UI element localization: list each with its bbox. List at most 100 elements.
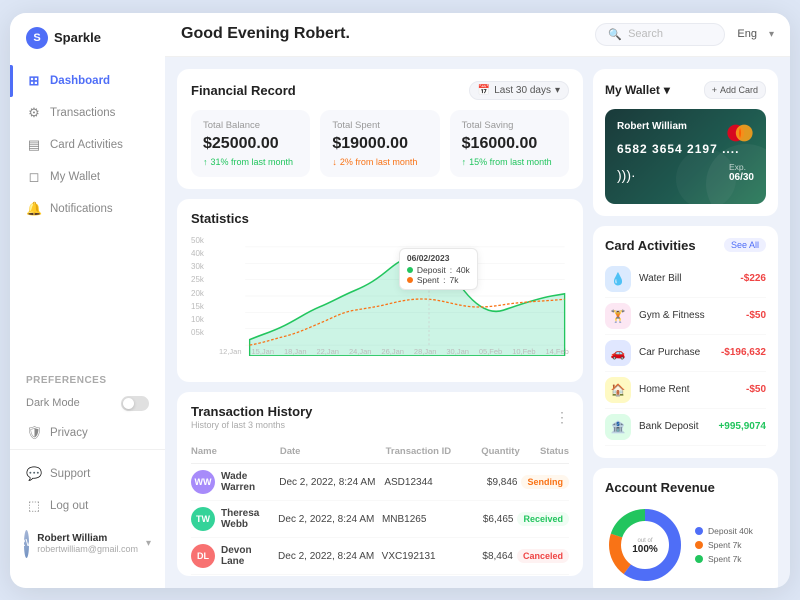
- statistics-header: Statistics: [191, 211, 569, 226]
- table-row: WW Wade Warren Dec 2, 2022, 8:24 AM ASD1…: [191, 464, 569, 501]
- sidebar-label-privacy: Privacy: [50, 427, 88, 439]
- chart-svg: [191, 236, 569, 356]
- sidebar-item-support[interactable]: 💬 Support: [10, 458, 165, 490]
- sidebar-label-transactions: Transactions: [50, 107, 115, 119]
- stat-card-saving: Total Saving $16000.00 ↑ 15% from last m…: [450, 110, 569, 177]
- see-all-button[interactable]: See All: [724, 238, 766, 252]
- sidebar-item-notifications[interactable]: 🔔 Notifications: [10, 193, 165, 225]
- status-0: Sending: [521, 477, 569, 488]
- dark-mode-row: Dark Mode: [10, 390, 165, 417]
- spent-change: ↓ 2% from last month: [332, 157, 427, 167]
- sidebar-label-dashboard: Dashboard: [50, 75, 110, 87]
- revenue-legend: Deposit 40k Spent 7k Spent 7k: [695, 526, 753, 564]
- user-info: Robert William robertwilliam@gmail.com: [37, 533, 138, 554]
- wallet-label: My Wallet: [605, 83, 660, 97]
- stat-cards: Total Balance $25000.00 ↑ 31% from last …: [191, 110, 569, 177]
- logo-text: Sparkle: [54, 30, 101, 45]
- spent-value: $19000.00: [332, 135, 427, 153]
- legend-label-spent2: Spent 7k: [708, 554, 742, 564]
- sidebar-item-transactions[interactable]: ⚙ Transactions: [10, 97, 165, 129]
- search-icon: 🔍: [608, 28, 622, 41]
- col-header-qty: Quantity: [475, 446, 520, 457]
- sidebar-label-notifications: Notifications: [50, 203, 113, 215]
- transaction-title: Transaction History: [191, 404, 312, 419]
- main-content: Good Evening Robert. 🔍 Search Eng ▾ Fina…: [165, 13, 790, 588]
- sidebar-label-card-activities: Card Activities: [50, 139, 123, 151]
- legend-dot-spent1: [695, 541, 703, 549]
- card-brand-logo: [726, 119, 754, 147]
- transactions-icon: ⚙: [26, 105, 42, 121]
- preferences-label: Preferences: [10, 365, 165, 390]
- spent-label: Total Spent: [332, 120, 427, 131]
- ca-amount-gym: -$50: [746, 310, 766, 321]
- car-icon: 🚗: [605, 340, 631, 366]
- status-1: Received: [517, 514, 569, 525]
- water-bill-icon: 💧: [605, 266, 631, 292]
- person-name-0: Wade Warren: [221, 471, 275, 493]
- user-name: Robert William: [37, 533, 138, 544]
- ca-name-gym: Gym & Fitness: [639, 310, 738, 321]
- wallet-title: My Wallet ▾: [605, 83, 670, 97]
- date-range-badge[interactable]: 📅 Last 30 days ▾: [469, 81, 569, 100]
- credit-card: Robert William 6582 3654 2197 .... )))· …: [605, 109, 766, 204]
- col-header-tid: Transaction ID: [386, 446, 471, 457]
- date-2: Dec 2, 2022, 8:24 AM: [278, 551, 378, 562]
- ca-amount-car: -$196,632: [721, 347, 766, 358]
- notifications-icon: 🔔: [26, 201, 42, 217]
- dark-mode-toggle[interactable]: [121, 396, 149, 411]
- tid-2: VXC192131: [382, 551, 465, 562]
- sidebar-item-privacy[interactable]: 🛡 Privacy: [10, 417, 165, 449]
- stat-card-balance: Total Balance $25000.00 ↑ 31% from last …: [191, 110, 310, 177]
- sidebar-item-card-activities[interactable]: ▤ Card Activities: [10, 129, 165, 161]
- gym-icon: 🏋: [605, 303, 631, 329]
- search-input[interactable]: Search: [628, 28, 663, 40]
- ca-item-gym: 🏋 Gym & Fitness -$50: [605, 298, 766, 335]
- person-cell-2: DL Devon Lane: [191, 544, 274, 568]
- ca-item-water-bill: 💧 Water Bill -$226: [605, 261, 766, 298]
- status-badge-0: Sending: [521, 475, 569, 489]
- card-activities-header: Card Activities See All: [605, 238, 766, 253]
- page-title: Good Evening Robert.: [181, 25, 583, 43]
- legend-dot-deposit: [695, 527, 703, 535]
- qty-2: $8,464: [469, 551, 513, 562]
- tid-0: ASD12344: [384, 477, 468, 488]
- balance-value: $25000.00: [203, 135, 298, 153]
- ca-name-car: Car Purchase: [639, 347, 713, 358]
- more-options-icon[interactable]: ⋮: [555, 409, 569, 426]
- plus-icon: +: [712, 85, 717, 95]
- ca-name-home-rent: Home Rent: [639, 384, 738, 395]
- person-cell-0: WW Wade Warren: [191, 470, 275, 494]
- legend-dot-spent2: [695, 555, 703, 563]
- body-area: Financial Record 📅 Last 30 days ▾ Total …: [165, 57, 790, 588]
- person-name-2: Devon Lane: [221, 545, 274, 567]
- account-revenue-section: Account Revenue: [593, 468, 778, 588]
- logo: S Sparkle: [10, 27, 165, 65]
- col-header-name: Name: [191, 446, 276, 457]
- user-profile-row[interactable]: RW Robert William robertwilliam@gmail.co…: [10, 522, 165, 566]
- sidebar-item-my-wallet[interactable]: ◻ My Wallet: [10, 161, 165, 193]
- chevron-down-icon: ▾: [664, 83, 670, 97]
- language-selector[interactable]: Eng: [737, 28, 757, 40]
- table-header: Name Date Transaction ID Quantity Status: [191, 440, 569, 464]
- ca-amount-bank-deposit: +995,9074: [718, 421, 766, 432]
- saving-change: ↑ 15% from last month: [462, 157, 557, 167]
- sidebar-item-logout[interactable]: ⬚ Log out: [10, 490, 165, 522]
- svg-text:100%: 100%: [632, 544, 658, 555]
- logout-icon: ⬚: [26, 498, 42, 514]
- dark-mode-label: Dark Mode: [26, 397, 80, 409]
- person-avatar-2: DL: [191, 544, 215, 568]
- sidebar-bottom: 💬 Support ⬚ Log out RW Robert William ro…: [10, 449, 165, 574]
- qty-0: $9,846: [473, 477, 518, 488]
- add-card-button[interactable]: + Add Card: [704, 81, 766, 99]
- financial-record-header: Financial Record 📅 Last 30 days ▾: [191, 81, 569, 100]
- financial-record-section: Financial Record 📅 Last 30 days ▾ Total …: [177, 69, 583, 189]
- ca-name-bank-deposit: Bank Deposit: [639, 421, 710, 432]
- wallet-section: My Wallet ▾ + Add Card: [593, 69, 778, 216]
- date-1: Dec 2, 2022, 8:24 AM: [278, 514, 378, 525]
- sidebar-label-wallet: My Wallet: [50, 171, 100, 183]
- privacy-icon: 🛡: [26, 425, 42, 441]
- search-box[interactable]: 🔍 Search: [595, 23, 725, 46]
- donut-wrapper: out of 100% Deposit 40k Spent: [605, 505, 766, 585]
- card-activities-section: Card Activities See All 💧 Water Bill -$2…: [593, 226, 778, 458]
- sidebar-item-dashboard[interactable]: ⊞ Dashboard: [10, 65, 165, 97]
